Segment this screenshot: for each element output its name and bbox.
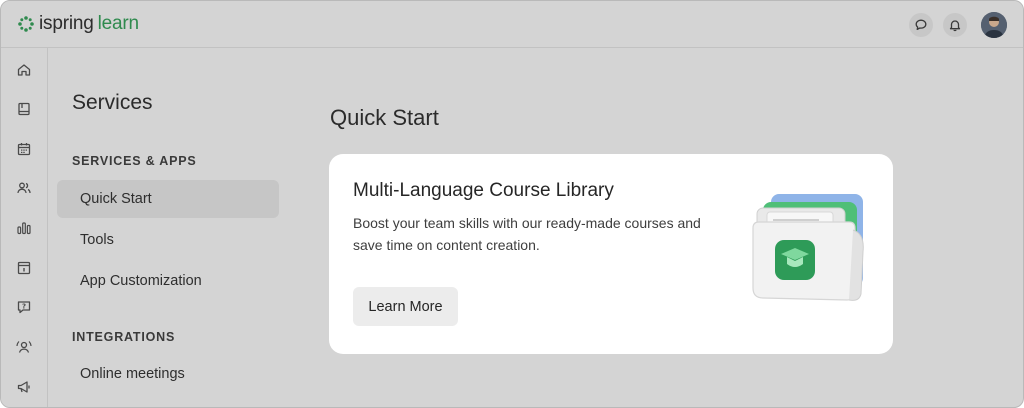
rail-calendar[interactable] (14, 139, 34, 159)
megaphone-icon (17, 381, 30, 393)
bell-icon (949, 20, 961, 32)
rail-home[interactable] (14, 60, 34, 80)
notifications-button[interactable] (943, 13, 967, 37)
page-title: Quick Start (330, 105, 439, 130)
card-description: Boost your team skills with our ready-ma… (353, 215, 701, 253)
top-actions (909, 12, 1007, 38)
chat-button[interactable] (909, 13, 933, 37)
course-library-card: Multi-Language Course Library Boost your… (329, 154, 893, 354)
rail-info[interactable] (14, 258, 34, 278)
left-icon-rail: ? (1, 48, 48, 407)
rail-courses[interactable] (14, 99, 34, 119)
learn-more-button[interactable]: Learn More (353, 287, 458, 326)
ispring-logo-icon (18, 16, 34, 32)
ispring-learn-logo[interactable]: ispring learn (17, 13, 139, 35)
info-box-icon (17, 261, 31, 275)
logo-text-learn: learn (97, 13, 139, 34)
sidebar-item-app-customization[interactable]: App Customization (57, 262, 279, 300)
top-bar: ispring learn (1, 1, 1023, 48)
section-heading-services-apps: SERVICES & APPS (72, 154, 197, 168)
card-title: Multi-Language Course Library (353, 180, 614, 201)
rail-user-settings[interactable] (14, 337, 34, 357)
sidebar-item-label: App Customization (80, 273, 202, 289)
rail-help[interactable]: ? (14, 297, 34, 317)
logo-wordmark: ispring learn (39, 13, 139, 35)
calendar-icon (17, 143, 31, 156)
svg-text:?: ? (22, 303, 26, 311)
sidebar-item-label: Tools (80, 232, 114, 248)
section-heading-integrations: INTEGRATIONS (72, 330, 176, 344)
sidebar-item-quick-start[interactable]: Quick Start (57, 180, 279, 218)
app-window: ispring learn ? Services SERVICES & APPS… (0, 0, 1024, 408)
sidebar-item-tools[interactable]: Tools (57, 221, 279, 259)
sidebar-item-label: Online meetings (80, 366, 185, 382)
chat-bubble-icon (915, 19, 927, 31)
rail-announcements[interactable] (14, 377, 34, 397)
users-icon (17, 182, 31, 194)
logo-text-ispring: ispring (39, 13, 94, 34)
home-icon (17, 64, 31, 76)
rail-reports[interactable] (14, 218, 34, 238)
bar-chart-icon (17, 222, 31, 235)
user-gear-icon (16, 341, 32, 353)
sidebar-title: Services (72, 91, 153, 114)
user-avatar[interactable] (981, 12, 1007, 38)
question-bubble-icon: ? (17, 301, 31, 314)
sidebar-item-online-meetings[interactable]: Online meetings (57, 355, 279, 393)
course-folder-icon (752, 194, 864, 301)
avatar-photo-icon (981, 12, 1007, 38)
rail-users[interactable] (14, 178, 34, 198)
book-icon (18, 102, 30, 116)
sidebar-item-label: Quick Start (80, 191, 152, 207)
